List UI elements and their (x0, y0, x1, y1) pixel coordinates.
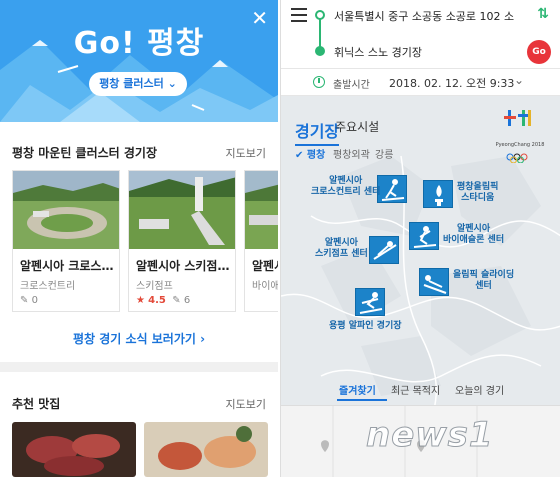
ski-jump-venue-icon[interactable] (369, 236, 399, 264)
route-header: 서울특별시 중구 소공동 소공로 102 소 휘닉스 스노 경기장 ⇅ Go (281, 0, 560, 68)
right-panel: 서울특별시 중구 소공동 소공로 102 소 휘닉스 스노 경기장 ⇅ Go 출… (280, 0, 560, 477)
cross-country-venue-icon[interactable] (377, 175, 407, 203)
subtab-outskirts[interactable]: 평창외곽 (333, 146, 370, 161)
olympic-rings-icon (506, 153, 528, 164)
departure-time-label: 출발시간 (333, 80, 370, 91)
pyeongchang-news-link[interactable]: 평창 경기 소식 보러가기 › (0, 330, 278, 347)
hero-banner: ✕ Go! 평창 평창 클러스터 ⌄ (0, 0, 278, 122)
chevron-down-icon[interactable]: ⌄ (514, 73, 524, 87)
departure-time-value: 2018. 02. 12. 오전 9:33 (389, 77, 515, 90)
venue-card-category: 스키점프 (136, 281, 173, 292)
subtab-gangneung[interactable]: 강릉 (375, 146, 393, 161)
olympic-stadium-icon[interactable] (423, 180, 453, 208)
venue-photo (13, 171, 119, 249)
origin-dot-icon (315, 10, 325, 20)
venue-card[interactable]: 알펜시아 스키점… 스키점프 ★ 4.5 ✎ 6 (128, 170, 236, 312)
review-count: 6 (183, 295, 191, 306)
hero-title: Go! 평창 (73, 26, 205, 61)
venue-card-category: 바이애슬 (252, 281, 278, 292)
cluster-dropdown-button[interactable]: 평창 클러스터 ⌄ (89, 72, 187, 96)
destination-dot-icon (315, 46, 325, 56)
review-count: 0 (31, 295, 38, 306)
biathlon-venue-label[interactable]: 알펜시아 바이애슬론 센터 (443, 224, 504, 246)
pyeongchang-2018-logo: PyeongChang 2018 (495, 108, 545, 167)
food-map-link[interactable]: 지도보기 (226, 396, 266, 412)
alpine-venue-icon[interactable] (355, 288, 385, 316)
left-panel: ✕ Go! 평창 평창 클러스터 ⌄ 평창 마운틴 클러스터 경기장 지도보기 … (0, 0, 278, 477)
rating-value: 4.5 (148, 295, 166, 306)
bottom-tab-bar: 즐겨찾기 최근 목적지 오늘의 경기 (281, 378, 560, 402)
venue-card-name: 알펜시아 크로스… (20, 259, 114, 273)
food-section-title: 추천 맛집 (12, 397, 61, 411)
venue-card-name: 알펜시아 (252, 259, 278, 273)
venue-card-category: 크로스컨트리 (20, 281, 76, 292)
go-button[interactable]: Go (527, 40, 551, 64)
active-tab-indicator (337, 399, 387, 401)
venue-card-carousel[interactable]: 알펜시아 크로스… 크로스컨트리 ✎ 0 알펜시아 스키점… 스키점프 ★ 4.… (12, 170, 278, 312)
ski-jump-venue-label[interactable]: 알펜시아 스키점프 센터 (315, 238, 368, 260)
tab-facilities[interactable]: 주요시설 (335, 118, 379, 135)
tab-venues[interactable]: 경기장 (295, 118, 340, 146)
food-photo[interactable] (144, 422, 268, 477)
venue-photo (129, 171, 235, 249)
news1-watermark: news1 (366, 415, 494, 456)
food-photo[interactable] (12, 422, 136, 477)
sliding-centre-icon[interactable] (419, 268, 449, 296)
olympic-stadium-label[interactable]: 평창올림픽 스타디움 (457, 182, 498, 204)
comment-icon: ✎ (20, 295, 29, 306)
subtab-pyeongchang[interactable]: ✔ 평창 (295, 146, 325, 161)
venues-section-title: 평창 마운틴 클러스터 경기장 (12, 146, 158, 160)
tab-todays-games[interactable]: 오늘의 경기 (455, 382, 504, 397)
sliding-centre-label[interactable]: 올림픽 슬라이딩 센터 (453, 270, 514, 292)
logo-text: PyeongChang 2018 (495, 142, 545, 148)
venues-map-link[interactable]: 지도보기 (226, 145, 266, 161)
alpine-venue-label[interactable]: 용평 알파인 경기장 (329, 321, 402, 332)
swap-route-icon[interactable]: ⇅ (537, 6, 549, 22)
venue-photo (245, 171, 278, 249)
venue-card[interactable]: 알펜시아 크로스… 크로스컨트리 ✎ 0 (12, 170, 120, 312)
menu-icon[interactable] (291, 8, 307, 26)
origin-field[interactable]: 서울특별시 중구 소공동 소공로 102 소 (334, 8, 524, 24)
tab-recent-destinations[interactable]: 최근 목적지 (391, 382, 440, 397)
venue-card[interactable]: 알펜시아 바이애슬 (244, 170, 278, 312)
departure-time-bar[interactable]: 출발시간 2018. 02. 12. 오전 9:33 ⌄ (281, 68, 560, 96)
venue-card-name: 알펜시아 스키점… (136, 259, 230, 273)
comment-icon: ✎ (172, 295, 181, 306)
venue-card-meta: ✎ 0 (20, 295, 38, 306)
biathlon-venue-icon[interactable] (409, 222, 439, 250)
cross-country-venue-label[interactable]: 알펜시아 크로스컨트리 센터 (311, 176, 380, 198)
olympic-emblem-icon (504, 110, 531, 126)
star-icon: ★ (136, 295, 145, 306)
clock-icon (313, 76, 325, 88)
section-divider (0, 362, 278, 372)
destination-field[interactable]: 휘닉스 스노 경기장 (334, 44, 422, 60)
tab-favorites[interactable]: 즐겨찾기 (339, 382, 376, 397)
venue-card-meta: ★ 4.5 ✎ 6 (136, 295, 190, 306)
